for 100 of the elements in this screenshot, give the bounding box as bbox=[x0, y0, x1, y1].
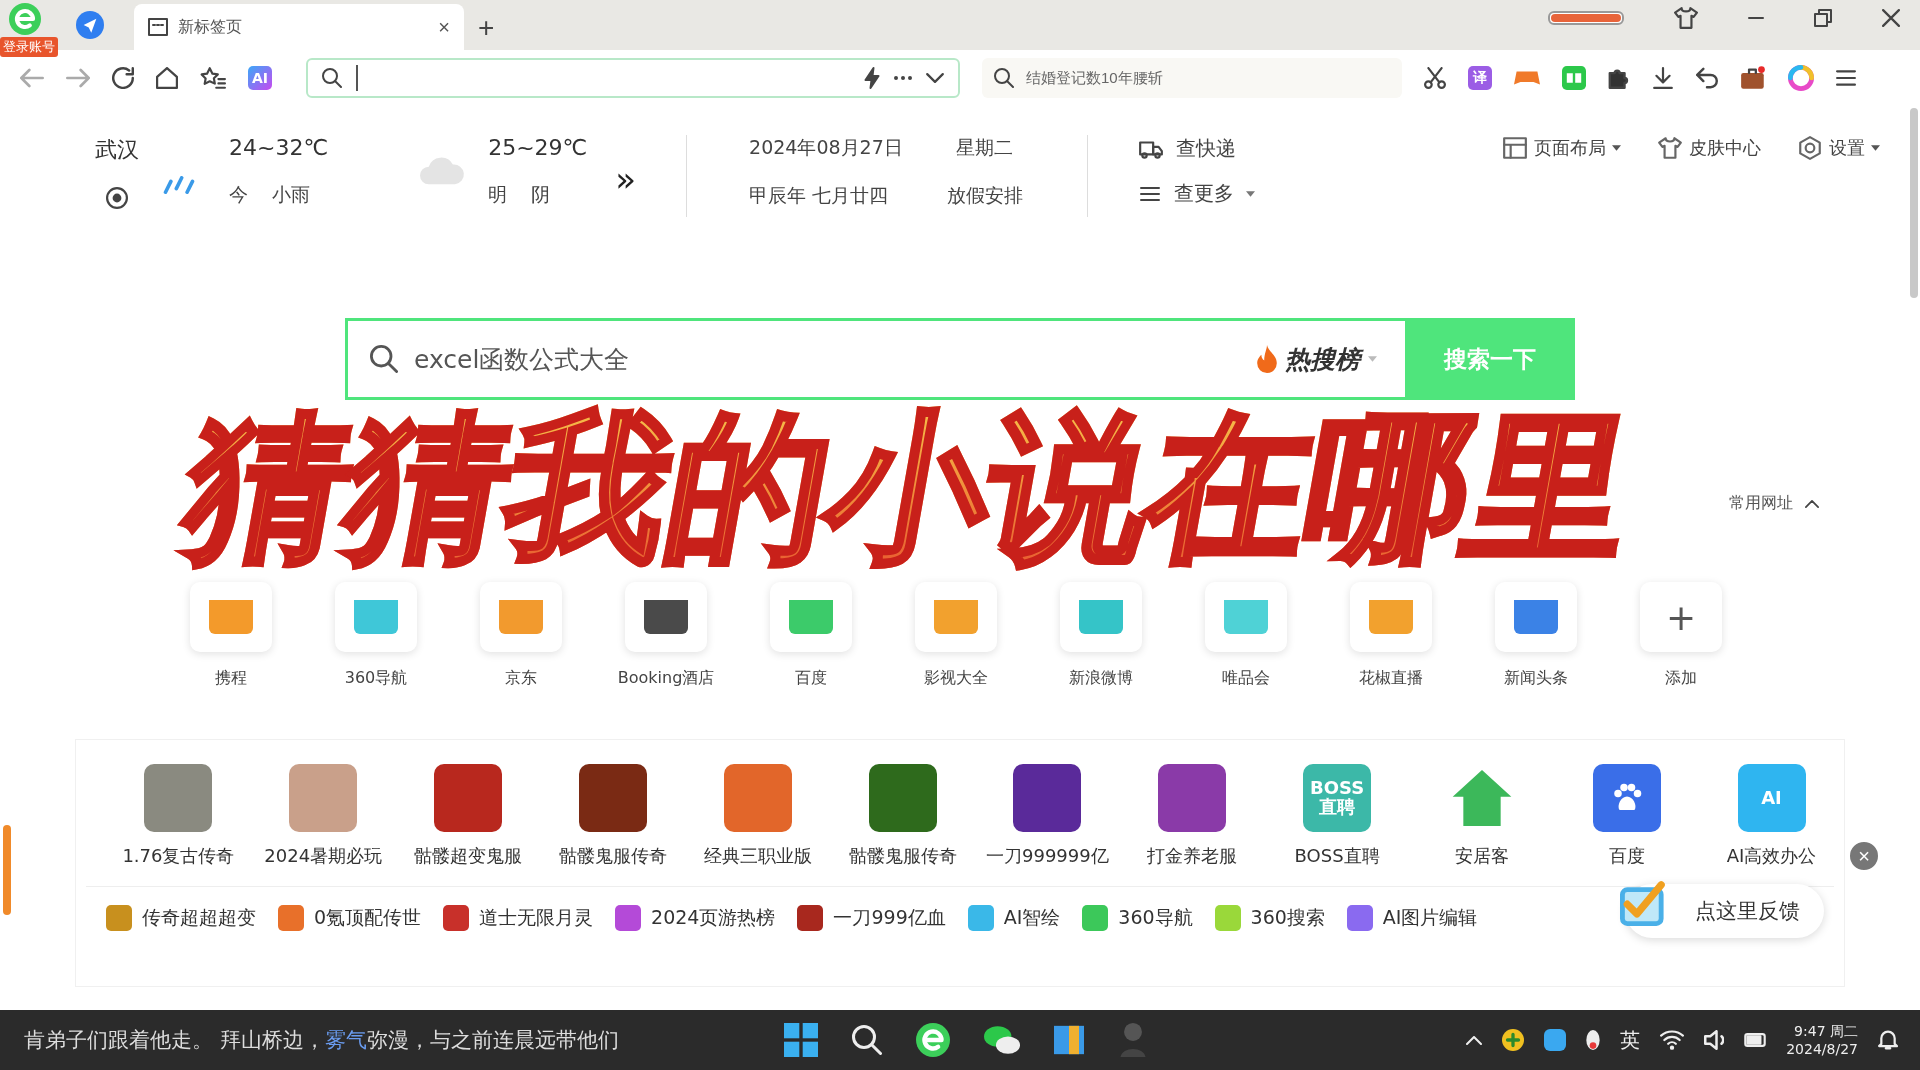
input-method-indicator[interactable]: 英 bbox=[1620, 1026, 1641, 1054]
skin-button[interactable]: 皮肤中心 bbox=[1657, 135, 1761, 161]
app-logo: AI bbox=[1737, 764, 1806, 832]
clock[interactable]: 9:47 周二 2024/8/27 bbox=[1786, 1021, 1858, 1059]
city-name: 武汉 bbox=[95, 136, 139, 164]
search-icon[interactable] bbox=[852, 1025, 882, 1055]
lunar-date: 甲辰年 七月廿四 bbox=[749, 183, 889, 208]
app-shortcut[interactable]: AI AI高效办公 bbox=[1699, 764, 1844, 868]
check-note-icon bbox=[1618, 880, 1668, 926]
weekday-text: 星期二 bbox=[956, 135, 1014, 160]
game-link[interactable]: 传奇超超超变 bbox=[106, 905, 256, 931]
game-link[interactable]: 360导航 bbox=[1082, 905, 1193, 931]
temperature-range: 24~32℃ bbox=[229, 135, 329, 160]
settings-icon bbox=[1797, 135, 1823, 161]
colorful-ring-icon[interactable] bbox=[1788, 64, 1814, 91]
wifi-icon[interactable] bbox=[1660, 1030, 1685, 1050]
notification-icon[interactable] bbox=[1878, 1030, 1898, 1050]
location-pin-icon[interactable] bbox=[106, 187, 128, 209]
new-tab-button[interactable]: + bbox=[478, 12, 495, 44]
hot-search-button[interactable]: 热搜榜 bbox=[1251, 341, 1383, 377]
menu-icon[interactable] bbox=[1836, 69, 1856, 86]
chevron-up-icon bbox=[1805, 499, 1819, 508]
app-shortcut[interactable]: 打金养老服 bbox=[1119, 764, 1265, 868]
express-button[interactable]: 查快递 bbox=[1137, 135, 1236, 162]
close-icon[interactable] bbox=[1882, 9, 1900, 27]
app-shortcut[interactable]: BOSS 直聘 BOSS直聘 bbox=[1264, 764, 1410, 868]
search-field[interactable]: 结婚登记数10年腰斩 bbox=[982, 57, 1402, 98]
plus-circle-icon[interactable] bbox=[1502, 1029, 1525, 1051]
bolt-icon[interactable] bbox=[864, 66, 880, 89]
briefcase-icon[interactable] bbox=[1740, 65, 1766, 90]
app-shortcut[interactable]: 安居客 bbox=[1409, 764, 1555, 868]
ai-button[interactable]: AI bbox=[248, 65, 272, 90]
translate-button[interactable]: 译 bbox=[1468, 65, 1492, 90]
search-box[interactable]: excel函数公式大全 热搜榜 搜索一下 bbox=[345, 318, 1575, 400]
side-bar-handle[interactable] bbox=[3, 825, 11, 915]
search-input[interactable]: 结婚登记数10年腰斩 bbox=[1024, 68, 1390, 87]
game-link[interactable]: 2024页游热榜 bbox=[615, 905, 776, 931]
restore-icon[interactable] bbox=[1814, 9, 1832, 27]
puzzle-icon[interactable] bbox=[1608, 66, 1630, 89]
chat-icon[interactable] bbox=[984, 1024, 1020, 1056]
lyrics-ticker: 肯弟子们跟着他走。 拜山桥边，雾气弥漫，与之前连晨远带他们 bbox=[24, 1027, 620, 1054]
tab-close-button[interactable]: × bbox=[438, 15, 450, 39]
search-icon bbox=[370, 345, 398, 373]
login-badge[interactable]: 登录账号 bbox=[0, 37, 58, 57]
app-shortcut[interactable]: 骷髅超变鬼服 bbox=[395, 764, 541, 868]
send-icon[interactable] bbox=[76, 11, 104, 39]
more-tools-button[interactable]: 查更多 bbox=[1137, 180, 1255, 207]
layout-button[interactable]: 页面布局 bbox=[1502, 135, 1621, 161]
chevron-down-icon[interactable] bbox=[926, 72, 944, 83]
weather-condition: 阴 bbox=[531, 182, 551, 207]
app-shortcut[interactable]: 百度 bbox=[1554, 764, 1700, 868]
temperature-range: 25~29℃ bbox=[488, 135, 588, 160]
chevron-up-icon[interactable] bbox=[1466, 1035, 1483, 1045]
flame-icon bbox=[1257, 345, 1277, 373]
home-icon[interactable] bbox=[156, 66, 178, 89]
minimize-icon[interactable] bbox=[1748, 16, 1764, 20]
frequent-sites-toggle[interactable]: 常用网址 bbox=[1723, 492, 1825, 515]
undo-icon[interactable] bbox=[1696, 66, 1718, 89]
feedback-close-button[interactable]: × bbox=[1848, 840, 1880, 872]
more-icon[interactable] bbox=[894, 75, 912, 80]
game-link[interactable]: AI图片编辑 bbox=[1346, 905, 1478, 931]
shirt-icon bbox=[1657, 135, 1683, 161]
shirt-icon[interactable] bbox=[1674, 6, 1698, 30]
app-shortcut[interactable]: 经典三职业版 bbox=[685, 764, 831, 868]
holiday-link[interactable]: 放假安排 bbox=[946, 183, 1023, 209]
browser-logo-icon[interactable] bbox=[916, 1023, 950, 1057]
volume-icon[interactable] bbox=[1704, 1030, 1725, 1050]
browser-tab[interactable]: 新标签页 × bbox=[134, 4, 464, 50]
weather-condition: 小雨 bbox=[272, 182, 310, 207]
app-shortcut[interactable]: 骷髅鬼服传奇 bbox=[830, 764, 975, 868]
game-link[interactable]: 0氪顶配传世 bbox=[278, 905, 422, 931]
day-label: 今 bbox=[229, 182, 248, 207]
layout-icon bbox=[1502, 135, 1528, 161]
folder-icon[interactable] bbox=[1054, 1023, 1084, 1057]
cloud-icon bbox=[420, 155, 467, 185]
app-shortcut[interactable]: 一刀999999亿 bbox=[974, 764, 1120, 868]
app-tray-icon[interactable] bbox=[1544, 1029, 1567, 1051]
reload-icon[interactable] bbox=[112, 66, 134, 89]
more-weather-button[interactable]: » bbox=[615, 159, 637, 199]
app-shortcut[interactable]: 1.76复古传奇 bbox=[106, 764, 251, 868]
download-icon[interactable] bbox=[1652, 66, 1674, 89]
game-link[interactable]: 道士无限月灵 bbox=[443, 905, 594, 931]
favorites-icon[interactable] bbox=[200, 65, 226, 90]
search-icon bbox=[322, 67, 342, 88]
battery-icon[interactable] bbox=[1744, 1033, 1767, 1047]
app-shortcut[interactable]: 骷髅鬼服传奇 bbox=[540, 764, 686, 868]
day-label: 明 bbox=[488, 182, 508, 207]
scissors-icon[interactable] bbox=[1424, 66, 1446, 89]
caret-down-icon bbox=[1368, 356, 1377, 362]
game-link[interactable]: 一刀999亿血 bbox=[797, 905, 946, 931]
start-icon[interactable] bbox=[784, 1023, 818, 1057]
scrollbar[interactable] bbox=[1910, 108, 1918, 298]
rain-icon bbox=[163, 176, 195, 194]
date-text: 2024年08月27日 bbox=[749, 135, 903, 160]
app-shortcut[interactable]: 2024暑期必玩 bbox=[250, 764, 396, 868]
search-icon bbox=[994, 67, 1014, 88]
game-link[interactable]: AI智绘 bbox=[967, 905, 1061, 931]
page-icon bbox=[148, 17, 168, 37]
settings-button[interactable]: 设置 bbox=[1797, 135, 1880, 161]
game-link[interactable]: 360搜索 bbox=[1214, 905, 1325, 931]
